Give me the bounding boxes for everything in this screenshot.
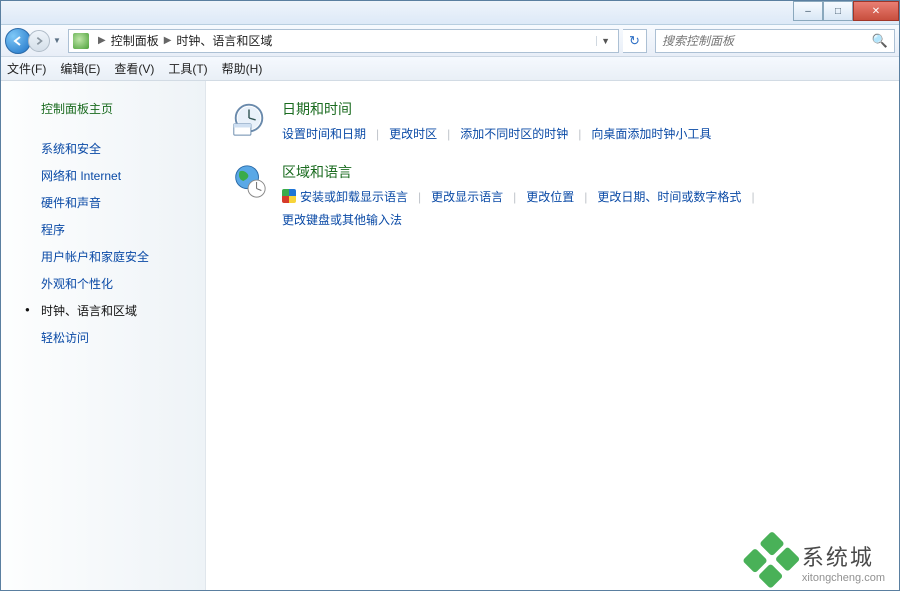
watermark-title: 系统城 — [802, 540, 885, 572]
breadcrumb-current[interactable]: 时钟、语言和区域 — [176, 32, 272, 49]
clock-icon — [230, 99, 268, 137]
menu-view[interactable]: 查看(V) — [114, 60, 154, 77]
address-dropdown[interactable]: ▼ — [596, 36, 614, 46]
address-bar[interactable]: ▶ 控制面板 ▶ 时钟、语言和区域 ▼ — [68, 29, 619, 53]
task-link[interactable]: 安装或卸载显示语言 — [282, 188, 408, 205]
breadcrumb-root[interactable]: 控制面板 — [111, 32, 159, 49]
maximize-button[interactable]: □ — [823, 1, 853, 21]
search-icon: 🔍 — [872, 33, 888, 49]
task-link[interactable]: 更改键盘或其他输入法 — [282, 211, 402, 228]
category-date-time: 日期和时间 设置时间和日期|更改时区|添加不同时区的时钟|向桌面添加时钟小工具 — [230, 99, 875, 142]
chevron-right-icon: ▶ — [161, 35, 175, 46]
separator: | — [408, 190, 431, 204]
menu-tools[interactable]: 工具(T) — [168, 60, 207, 77]
shield-icon — [282, 189, 296, 203]
task-link[interactable]: 更改时区 — [389, 125, 437, 142]
sidebar-item[interactable]: 程序 — [1, 216, 205, 243]
separator: | — [503, 190, 526, 204]
task-link[interactable]: 向桌面添加时钟小工具 — [591, 125, 711, 142]
content-pane: 日期和时间 设置时间和日期|更改时区|添加不同时区的时钟|向桌面添加时钟小工具 … — [206, 81, 899, 590]
sidebar-item[interactable]: 时钟、语言和区域 — [1, 297, 205, 324]
watermark: 系统城 xitongcheng.com — [750, 540, 885, 584]
control-panel-icon — [73, 33, 89, 49]
sidebar-item[interactable]: 用户帐户和家庭安全 — [1, 243, 205, 270]
task-link[interactable]: 更改日期、时间或数字格式 — [597, 188, 741, 205]
control-panel-home[interactable]: 控制面板主页 — [1, 95, 205, 131]
sidebar-item[interactable]: 硬件和声音 — [1, 189, 205, 216]
task-link[interactable]: 更改位置 — [526, 188, 574, 205]
menu-file[interactable]: 文件(F) — [7, 60, 46, 77]
history-dropdown[interactable]: ▼ — [50, 30, 64, 52]
sidebar-item[interactable]: 系统和安全 — [1, 135, 205, 162]
watermark-logo-icon — [741, 531, 803, 593]
separator: | — [568, 127, 591, 141]
separator: | — [366, 127, 389, 141]
watermark-sub: xitongcheng.com — [802, 572, 885, 584]
navigation-bar: ▼ ▶ 控制面板 ▶ 时钟、语言和区域 ▼ ↻ 🔍 — [1, 25, 899, 57]
forward-button[interactable] — [28, 30, 50, 52]
menu-edit[interactable]: 编辑(E) — [60, 60, 100, 77]
separator: | — [437, 127, 460, 141]
category-region-language: 区域和语言 安装或卸载显示语言|更改显示语言|更改位置|更改日期、时间或数字格式… — [230, 162, 875, 228]
search-input[interactable] — [662, 34, 872, 48]
separator: | — [741, 190, 764, 204]
category-title-region[interactable]: 区域和语言 — [282, 162, 875, 182]
task-link[interactable]: 更改显示语言 — [431, 188, 503, 205]
menu-help[interactable]: 帮助(H) — [222, 60, 263, 77]
sidebar-item[interactable]: 轻松访问 — [1, 324, 205, 351]
separator: | — [574, 190, 597, 204]
title-bar: – □ ✕ — [1, 1, 899, 25]
chevron-right-icon: ▶ — [95, 35, 109, 46]
close-button[interactable]: ✕ — [853, 1, 899, 21]
sidebar: 控制面板主页 系统和安全网络和 Internet硬件和声音程序用户帐户和家庭安全… — [1, 81, 206, 590]
minimize-button[interactable]: – — [793, 1, 823, 21]
globe-icon — [230, 162, 268, 200]
category-title-datetime[interactable]: 日期和时间 — [282, 99, 711, 119]
task-link[interactable]: 设置时间和日期 — [282, 125, 366, 142]
refresh-icon: ↻ — [629, 33, 640, 49]
menu-bar: 文件(F) 编辑(E) 查看(V) 工具(T) 帮助(H) — [1, 57, 899, 81]
search-box[interactable]: 🔍 — [655, 29, 895, 53]
sidebar-item[interactable]: 外观和个性化 — [1, 270, 205, 297]
sidebar-item[interactable]: 网络和 Internet — [1, 162, 205, 189]
refresh-button[interactable]: ↻ — [623, 29, 647, 53]
task-link[interactable]: 添加不同时区的时钟 — [460, 125, 568, 142]
